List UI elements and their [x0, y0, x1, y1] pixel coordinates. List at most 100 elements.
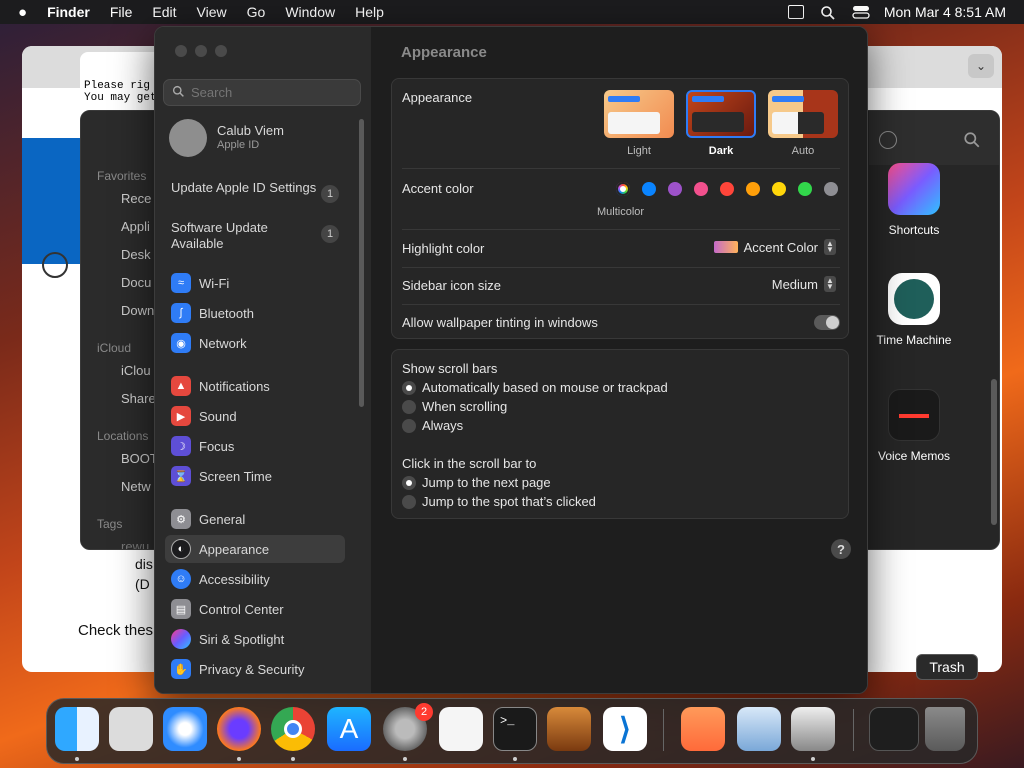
dock-divider [663, 709, 664, 751]
garageband-dock-icon[interactable] [547, 707, 591, 751]
remote-desktop-dock-icon[interactable] [681, 707, 725, 751]
divider [402, 229, 840, 230]
update-apple-id-link[interactable]: Update Apple ID Settings [171, 180, 321, 196]
action-menu-icon[interactable] [879, 131, 897, 149]
sidebar-item-privacy-security[interactable]: ✋ Privacy & Security [165, 655, 345, 683]
minus-circle-icon[interactable] [42, 252, 68, 278]
help-button[interactable]: ? [831, 539, 851, 559]
chrome-dock-icon[interactable] [271, 707, 315, 751]
sidebar-item-appearance[interactable]: ◐ Appearance [165, 535, 345, 563]
safari-dock-icon[interactable] [163, 707, 207, 751]
highlight-color-label: Highlight color [402, 241, 485, 256]
menu-go[interactable]: Go [237, 4, 276, 20]
sidebar-item-network[interactable]: ◉ Network [165, 329, 345, 357]
accent-color-swatch[interactable] [772, 182, 786, 196]
appearance-option-dark[interactable] [686, 90, 756, 138]
accent-color-swatch[interactable] [798, 182, 812, 196]
screen-mirroring-icon[interactable] [787, 5, 804, 19]
sidebar-item-screen-time[interactable]: ⌛ Screen Time [165, 462, 345, 490]
sidebar-item-general[interactable]: ⚙ General [165, 505, 345, 533]
menu-edit[interactable]: Edit [142, 4, 186, 20]
scroll-option-automatic[interactable]: Automatically based on mouse or trackpad [402, 380, 668, 395]
app-voice-memos[interactable]: Voice Memos [859, 389, 969, 463]
finder-scrollbar[interactable] [991, 379, 997, 525]
menu-window[interactable]: Window [275, 4, 345, 20]
finder-item[interactable]: rewu [121, 539, 149, 549]
menu-file[interactable]: File [100, 4, 143, 20]
accent-color-swatch[interactable] [694, 182, 708, 196]
sidebar-item-label: Siri & Spotlight [199, 631, 285, 647]
terminal-window: Please rig You may get [80, 52, 160, 112]
window-close-button[interactable] [175, 45, 187, 57]
software-update-link[interactable]: Software Update Available [171, 220, 321, 252]
boot-camp-dock-icon[interactable] [791, 707, 835, 751]
finder-item[interactable]: Rece [121, 191, 151, 206]
bluetooth-icon: ∫ [171, 303, 191, 323]
settings-search[interactable] [163, 79, 361, 106]
time-machine-icon [888, 273, 940, 325]
apple-menu-icon[interactable]: ● [0, 4, 37, 21]
launchpad-dock-icon[interactable] [109, 707, 153, 751]
terminal-dock-icon[interactable]: >_ [493, 707, 537, 751]
recent-window-dock-icon[interactable] [869, 707, 919, 751]
menu-finder[interactable]: Finder [37, 4, 100, 20]
sidebar-icon-size-popup[interactable]: Medium ▲ ▼ [772, 276, 836, 292]
window-zoom-button[interactable] [215, 45, 227, 57]
scroll-option-always[interactable]: Always [402, 418, 463, 433]
sidebar-item-sound[interactable]: ▶ Sound [165, 402, 345, 430]
app-store-dock-icon[interactable]: A [327, 707, 371, 751]
wallpaper-tinting-toggle[interactable] [814, 315, 840, 330]
finder-item[interactable]: Desk [121, 247, 151, 262]
finder-search-icon[interactable] [963, 131, 981, 154]
search-input[interactable] [191, 85, 351, 100]
sidebar-item-notifications[interactable]: ▲ Notifications [165, 372, 345, 400]
accent-color-swatch[interactable] [824, 182, 838, 196]
sidebar-item-accessibility[interactable]: ☺ Accessibility [165, 565, 345, 593]
highlight-color-popup[interactable]: Accent Color ▲ ▼ [713, 239, 836, 255]
menubar-clock[interactable]: Mon Mar 4 8:51 AM [884, 4, 1006, 20]
accent-color-swatch[interactable] [720, 182, 734, 196]
sidebar-item-control-center[interactable]: ▤ Control Center [165, 595, 345, 623]
finder-item[interactable]: Appli [121, 219, 150, 234]
finder-item[interactable]: iClou [121, 363, 151, 378]
appearance-option-light[interactable] [604, 90, 674, 138]
finder-item[interactable]: Netw [121, 479, 151, 494]
click-option-spot-clicked[interactable]: Jump to the spot that’s clicked [402, 494, 596, 509]
accent-color-multicolor[interactable] [616, 182, 630, 196]
hourglass-icon: ⌛ [171, 466, 191, 486]
sidebar-item-bluetooth[interactable]: ∫ Bluetooth [165, 299, 345, 327]
finder-item[interactable]: Docu [121, 275, 151, 290]
textedit-dock-icon[interactable] [439, 707, 483, 751]
menu-help[interactable]: Help [345, 4, 394, 20]
dock-divider [853, 709, 854, 751]
spotlight-search-icon[interactable] [820, 5, 836, 20]
scroll-option-when-scrolling[interactable]: When scrolling [402, 399, 507, 414]
accent-color-label: Accent color [402, 181, 474, 196]
sidebar-item-siri-spotlight[interactable]: Siri & Spotlight [165, 625, 345, 653]
control-center-icon[interactable] [852, 5, 870, 19]
app-time-machine[interactable]: Time Machine [859, 273, 969, 347]
finder-item[interactable]: BOOT [121, 451, 158, 466]
browser-text-2: (D [135, 576, 150, 592]
accent-color-swatch[interactable] [746, 182, 760, 196]
app-shortcuts[interactable]: Shortcuts [859, 163, 969, 237]
menu-view[interactable]: View [187, 4, 237, 20]
appearance-option-auto[interactable] [768, 90, 838, 138]
sidebar-item-wifi[interactable]: ≈ Wi-Fi [165, 269, 345, 297]
firefox-dock-icon[interactable] [217, 707, 261, 751]
finder-dock-icon[interactable] [55, 707, 99, 751]
finder-item[interactable]: Down [121, 303, 154, 318]
settings-content: Appearance Appearance Light Dark Auto Ac… [371, 27, 867, 693]
trash-dock-icon[interactable] [925, 707, 965, 751]
sidebar-scrollbar[interactable] [359, 119, 364, 407]
accent-color-swatch[interactable] [642, 182, 656, 196]
apple-id-row[interactable]: Calub Viem Apple ID [169, 119, 349, 159]
preview-dock-icon[interactable] [737, 707, 781, 751]
click-option-next-page[interactable]: Jump to the next page [402, 475, 551, 490]
accent-color-swatch[interactable] [668, 182, 682, 196]
vscode-dock-icon[interactable]: ⟩ [603, 707, 647, 751]
finder-item[interactable]: Share [121, 391, 156, 406]
sidebar-item-focus[interactable]: ☽ Focus [165, 432, 345, 460]
window-minimize-button[interactable] [195, 45, 207, 57]
chevron-down-icon[interactable]: ⌄ [968, 54, 994, 78]
